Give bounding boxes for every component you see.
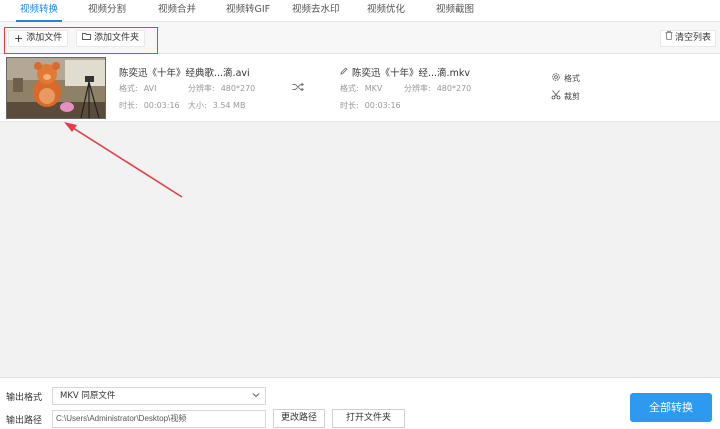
output-settings-panel: 输出格式 MKV 同原文件 输出路径 C:\Users\Administrato…: [0, 377, 720, 429]
target-format-label: 格式:: [340, 84, 359, 93]
convert-all-button[interactable]: 全部转换: [630, 393, 712, 422]
trash-icon: [665, 31, 673, 46]
target-format-value: MKV: [364, 84, 383, 93]
source-format-value: AVI: [143, 84, 157, 93]
output-path-label: 输出路径: [6, 416, 43, 426]
trim-button[interactable]: 裁剪: [551, 90, 580, 102]
target-resolution: 分辨率: 480*270: [404, 83, 471, 94]
tab-video-merge[interactable]: 视频合并: [158, 3, 196, 21]
source-size: 大小: 3.54 MB: [188, 100, 245, 111]
highlight-annotation-box: [4, 27, 158, 54]
tab-video-split[interactable]: 视频分割: [88, 3, 126, 21]
open-folder-button[interactable]: 打开文件夹: [332, 409, 405, 428]
source-size-label: 大小:: [188, 101, 207, 110]
source-resolution-value: 480*270: [220, 84, 256, 93]
source-resolution-label: 分辨率:: [188, 84, 215, 93]
tab-video-to-gif[interactable]: 视频转GIF: [226, 3, 270, 21]
output-path-field[interactable]: C:\Users\Administrator\Desktop\视频: [52, 410, 266, 428]
clear-list-button[interactable]: 清空列表: [659, 30, 716, 47]
file-list-empty-area: [0, 122, 720, 377]
scissors-icon: [551, 90, 561, 102]
tab-bar: 视频转换 视频分割 视频合并 视频转GIF 视频去水印 视频优化 视频截图: [0, 0, 720, 22]
change-path-button[interactable]: 更改路径: [273, 409, 325, 428]
trim-label: 裁剪: [564, 91, 580, 101]
target-duration-value: 00:03:16: [364, 101, 401, 110]
source-resolution: 分辨率: 480*270: [188, 83, 255, 94]
target-duration: 时长: 00:03:16: [340, 100, 401, 111]
source-file-name: 陈奕迅《十年》经典歌...滴.avi: [119, 68, 250, 79]
thumbnail-scene-image: [7, 58, 105, 118]
chevron-down-icon: [252, 388, 260, 404]
output-format-label: 输出格式: [6, 393, 43, 403]
target-file-name-row[interactable]: 陈奕迅《十年》经...滴.mkv: [340, 65, 470, 79]
target-resolution-value: 480*270: [436, 84, 472, 93]
source-format-label: 格式:: [119, 84, 138, 93]
tab-video-screenshot[interactable]: 视频截图: [436, 3, 474, 21]
file-row[interactable]: 陈奕迅《十年》经典歌...滴.avi 格式: AVI 分辨率: 480*270 时长…: [0, 54, 720, 122]
source-size-value: 3.54 MB: [212, 101, 246, 110]
output-format-value: MKV 同原文件: [60, 391, 116, 401]
tab-video-remove-watermark[interactable]: 视频去水印: [292, 3, 340, 21]
target-resolution-label: 分辨率:: [404, 84, 431, 93]
tab-video-optimize[interactable]: 视频优化: [367, 3, 405, 21]
format-settings-label: 格式: [564, 73, 580, 83]
target-file-name: 陈奕迅《十年》经...滴.mkv: [352, 68, 470, 79]
gear-icon: [551, 72, 561, 84]
source-duration-value: 00:03:16: [143, 101, 180, 110]
source-duration: 时长: 00:03:16: [119, 100, 180, 111]
target-format: 格式: MKV: [340, 83, 382, 94]
source-format: 格式: AVI: [119, 83, 157, 94]
format-settings-button[interactable]: 格式: [551, 72, 580, 84]
tab-video-convert[interactable]: 视频转换: [15, 3, 63, 22]
video-thumbnail[interactable]: [6, 57, 106, 119]
source-duration-label: 时长:: [119, 101, 138, 110]
output-format-select[interactable]: MKV 同原文件: [52, 387, 266, 405]
shuffle-icon: [292, 82, 304, 92]
pencil-icon[interactable]: [340, 66, 348, 78]
clear-list-label: 清空列表: [674, 33, 711, 43]
target-duration-label: 时长:: [340, 101, 359, 110]
